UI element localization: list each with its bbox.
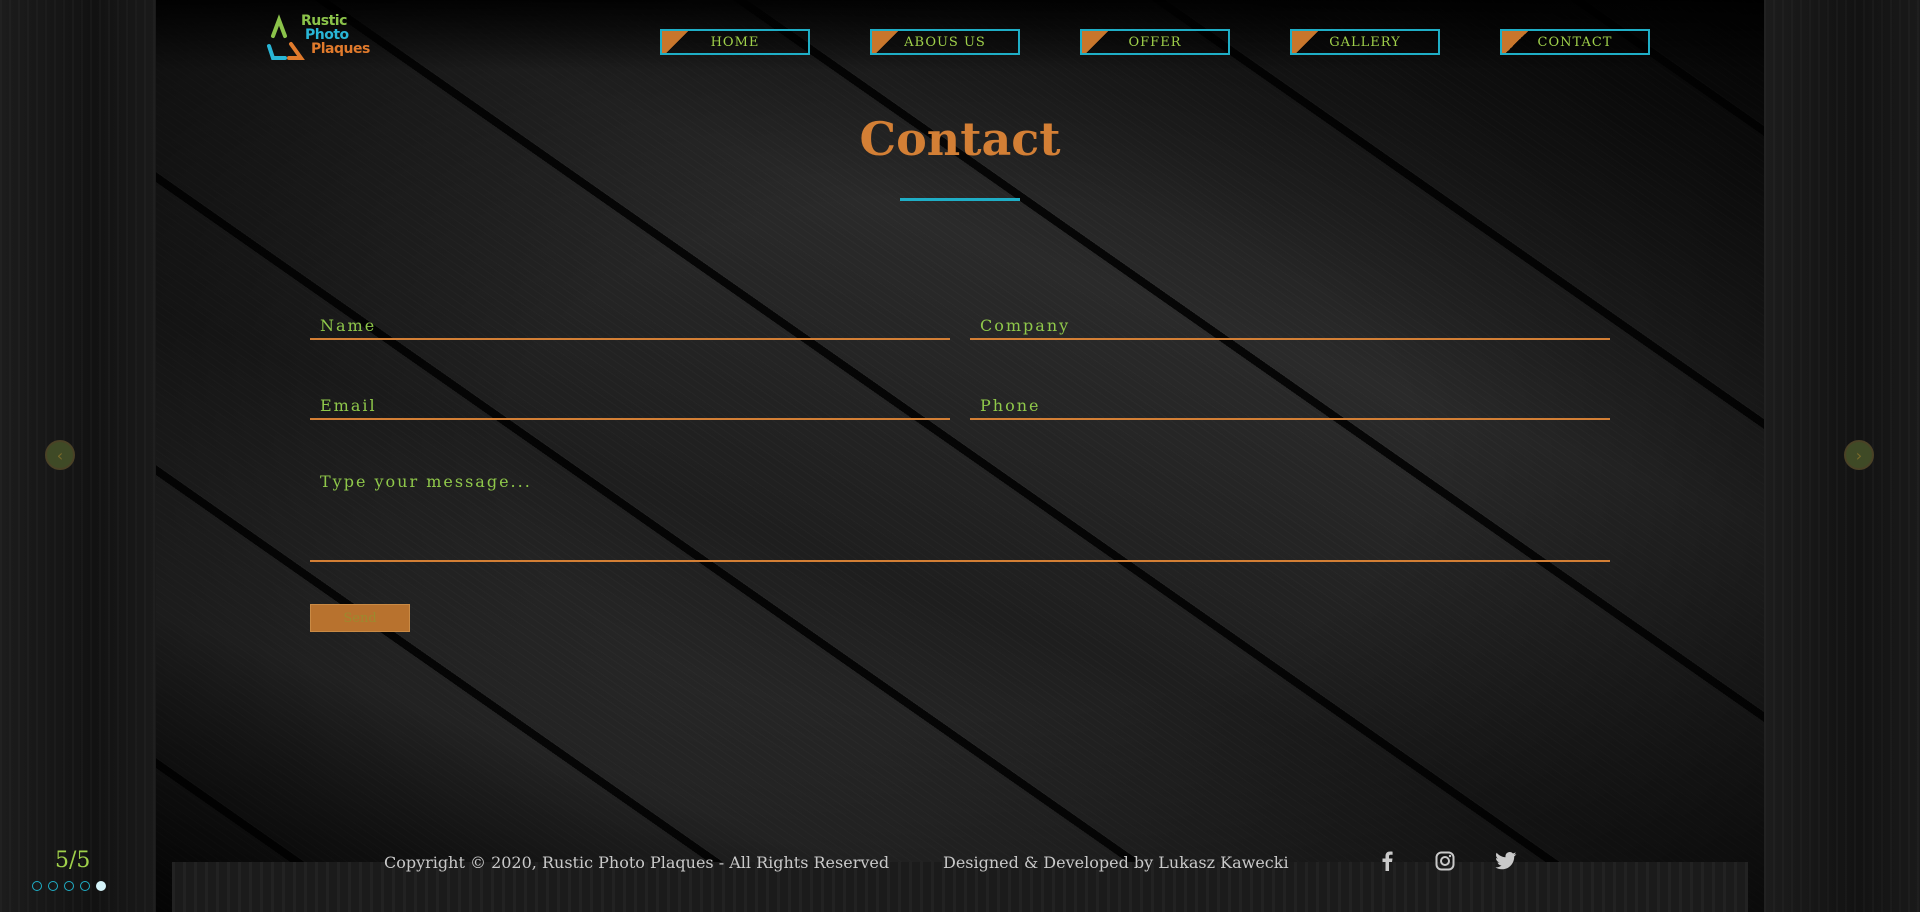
slide-dot[interactable] [64,881,74,891]
nav-label: OFFER [1128,34,1182,50]
nav-corner-icon [1292,31,1322,53]
nav-label: GALLERY [1329,34,1401,50]
slide-dot-active[interactable] [96,881,106,891]
slide-dot[interactable] [32,881,42,891]
nav-contact[interactable]: CONTACT [1500,29,1650,55]
nav-label: ABOUS US [904,34,986,50]
name-field-wrapper [310,312,950,340]
nav-corner-icon [1502,31,1532,53]
message-textarea[interactable] [310,462,1610,560]
send-button[interactable]: Send [310,604,410,632]
nav-corner-icon [872,31,902,53]
slide-dot[interactable] [48,881,58,891]
copyright-text: Copyright © 2020, Rustic Photo Plaques -… [384,853,890,872]
nav-offer[interactable]: OFFER [1080,29,1230,55]
prev-slide-button[interactable]: ‹ [45,440,75,470]
next-slide-button[interactable]: › [1844,440,1874,470]
nav-about-us[interactable]: ABOUS US [870,29,1020,55]
facebook-icon[interactable] [1375,849,1399,873]
logo-mark-icon [267,14,305,60]
nav-label: CONTACT [1537,34,1613,50]
logo-line-3: Plaques [311,41,370,57]
message-field-wrapper [310,462,1610,562]
phone-field-wrapper [970,392,1610,420]
nav-gallery[interactable]: GALLERY [1290,29,1440,55]
chevron-right-icon: › [1855,445,1863,465]
slide-dot[interactable] [80,881,90,891]
instagram-icon[interactable] [1433,849,1457,873]
nav-label: HOME [710,34,760,50]
slide-dots [32,881,106,891]
logo[interactable]: Rustic Photo Plaques [265,14,370,64]
designed-by-text: Designed & Developed by Lukasz Kawecki [943,853,1289,872]
page-title: Contact [859,112,1061,166]
logo-text: Rustic Photo Plaques [301,14,370,56]
company-field-wrapper [970,312,1610,340]
email-field-wrapper [310,392,950,420]
logo-line-2: Photo [305,27,349,43]
logo-line-1: Rustic [301,13,347,29]
nav-corner-icon [662,31,692,53]
slide-counter: 5/5 [55,848,91,873]
twitter-icon[interactable] [1494,849,1518,873]
company-input[interactable] [970,312,1610,338]
nav-corner-icon [1082,31,1112,53]
phone-input[interactable] [970,392,1610,418]
chevron-left-icon: ‹ [56,445,64,465]
name-input[interactable] [310,312,950,338]
email-input[interactable] [310,392,950,418]
title-underline [900,198,1020,201]
nav-home[interactable]: HOME [660,29,810,55]
